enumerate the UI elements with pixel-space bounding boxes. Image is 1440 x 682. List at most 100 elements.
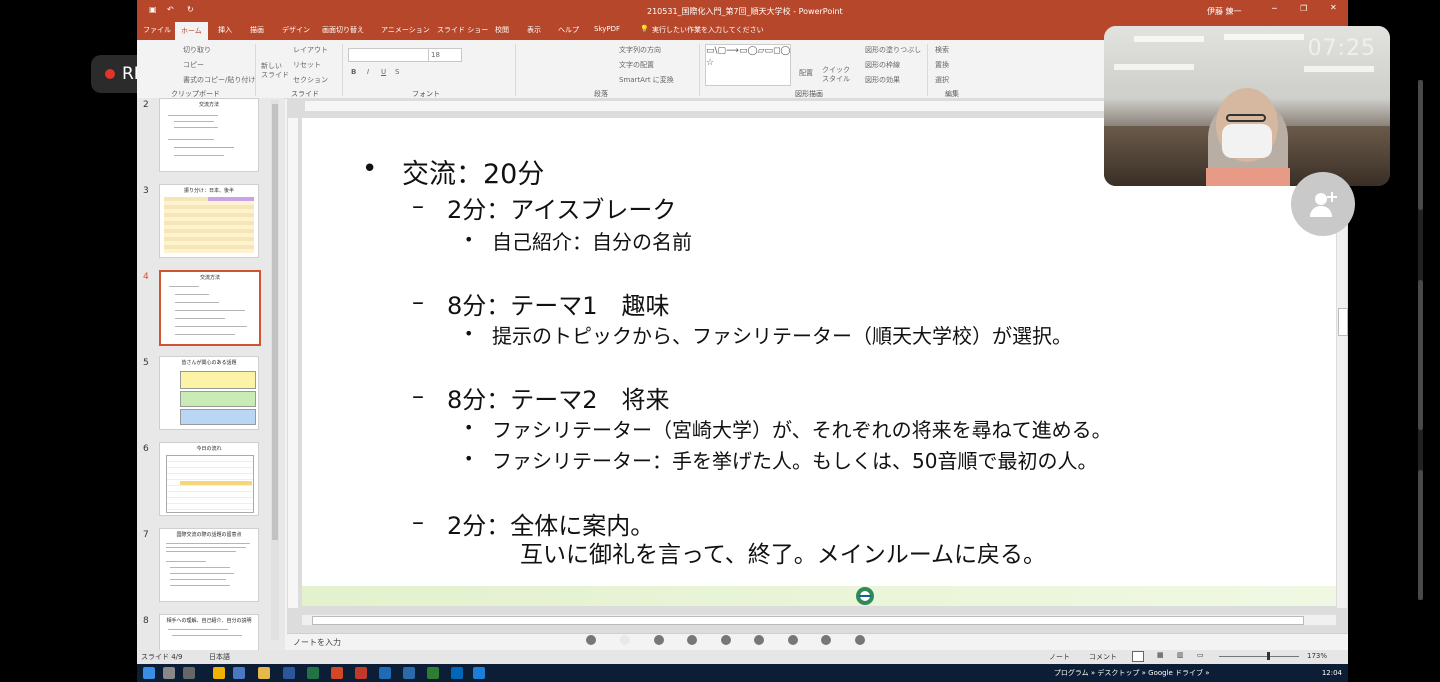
save-icon[interactable]: ▣ [149, 5, 157, 14]
webcam-video[interactable]: 07:25 [1104, 26, 1390, 186]
tab-view[interactable]: 表示 [527, 25, 541, 35]
zoom-slider[interactable] [1219, 656, 1299, 657]
copy-button[interactable]: コピー [183, 60, 204, 70]
word-icon[interactable] [283, 667, 295, 679]
slide-line-6[interactable]: 8分：テーマ2 将来 [447, 380, 670, 415]
slide-thumbnail[interactable]: 今日の流れ [159, 442, 259, 516]
quick-style-button[interactable]: クイック スタイル [822, 66, 850, 84]
slide-thumbnail[interactable]: 国際交流の際の話題の留意点 [159, 528, 259, 602]
redo-icon[interactable]: ↻ [187, 5, 194, 14]
minimize-icon[interactable]: ─ [1272, 4, 1277, 13]
slide-thumbnail[interactable]: 交流方法 [159, 98, 259, 172]
slide-line-1[interactable]: 交流：20分 [402, 152, 544, 191]
align-text-button[interactable]: 文字の配置 [619, 60, 654, 70]
tell-me-search[interactable]: 実行したい作業を入力してください [652, 25, 764, 35]
select-button[interactable]: 選択 [935, 75, 949, 85]
zoom-app-icon[interactable] [473, 667, 485, 679]
tray-toolbars[interactable]: プログラム » デスクトップ » Google ドライブ » [1054, 669, 1210, 677]
edge-icon[interactable] [233, 667, 245, 679]
powerpoint-icon[interactable] [331, 667, 343, 679]
find-button[interactable]: 検索 [935, 45, 949, 55]
slide-line-3[interactable]: 自己紹介：自分の名前 [492, 226, 692, 255]
start-icon[interactable] [143, 667, 155, 679]
tab-file[interactable]: ファイル [143, 25, 171, 35]
slide-horizontal-scrollbar[interactable] [302, 615, 1336, 625]
page-dot[interactable] [721, 635, 731, 645]
slide-line-5[interactable]: 提示のトピックから、ファシリテーター（順天大学校）が選択。 [492, 320, 1072, 349]
slide-thumbnail[interactable]: 皆さんが関心のある話題 [159, 356, 259, 430]
page-dot[interactable] [754, 635, 764, 645]
slide-line-7[interactable]: ファシリテーター（宮崎大学）が、それぞれの将来を尋ねて進める。 [492, 414, 1112, 443]
bold-button[interactable]: B [351, 68, 356, 76]
page-dot-active[interactable] [620, 635, 630, 645]
reading-view-icon[interactable]: ▥ [1177, 651, 1184, 659]
shape-effects-button[interactable]: 図形の効果 [865, 75, 900, 85]
scroll-track[interactable] [1418, 80, 1423, 600]
shape-outline-button[interactable]: 図形の枠線 [865, 60, 900, 70]
arrange-button[interactable]: 配置 [799, 68, 813, 78]
clock[interactable]: 12:04 [1322, 669, 1342, 677]
page-dot[interactable] [855, 635, 865, 645]
new-slide-button[interactable]: 新しい スライド [261, 62, 289, 80]
slide-thumbnail-selected[interactable]: 交流方法 [159, 270, 261, 346]
app-icon[interactable] [379, 667, 391, 679]
tab-draw[interactable]: 描画 [250, 25, 264, 35]
page-dot[interactable] [687, 635, 697, 645]
shape-fill-button[interactable]: 図形の塗りつぶし [865, 45, 921, 55]
excel-icon[interactable] [307, 667, 319, 679]
font-size-box[interactable]: 18 [428, 48, 462, 62]
user-name[interactable]: 伊藤 錬一 [1207, 6, 1242, 17]
slide-line-10[interactable]: 互いに御礼を言って、終了。メインルームに戻る。 [520, 535, 1046, 569]
explorer-icon[interactable] [258, 667, 270, 679]
slide-line-2[interactable]: 2分：アイスブレーク [447, 190, 676, 225]
slideshow-view-icon[interactable]: ▭ [1197, 651, 1204, 659]
normal-view-icon[interactable] [1132, 651, 1144, 662]
page-dot[interactable] [821, 635, 831, 645]
tab-slideshow[interactable]: スライド ショー [437, 25, 488, 35]
sorter-view-icon[interactable]: ▦ [1157, 651, 1164, 659]
strike-button[interactable]: S [395, 68, 399, 76]
taskview-icon[interactable] [183, 667, 195, 679]
restore-icon[interactable]: ❐ [1300, 4, 1307, 13]
tab-help[interactable]: ヘルプ [558, 25, 579, 35]
acrobat-icon[interactable] [355, 667, 367, 679]
add-participant-button[interactable] [1291, 172, 1355, 236]
slide-thumbnail[interactable]: 相手への理解、自己紹介、自分の説明 [159, 614, 259, 652]
app-icon[interactable] [403, 667, 415, 679]
close-icon[interactable]: ✕ [1330, 3, 1337, 12]
chrome-icon[interactable] [213, 667, 225, 679]
slide-thumbnail[interactable]: 振り分け：日本、後半 [159, 184, 259, 258]
thumbnail-scrollbar[interactable] [271, 100, 279, 640]
slide-line-4[interactable]: 8分：テーマ1 趣味 [447, 286, 670, 321]
page-dot[interactable] [788, 635, 798, 645]
tab-review[interactable]: 校閲 [495, 25, 509, 35]
reset-button[interactable]: リセット [293, 60, 321, 70]
page-dot[interactable] [654, 635, 664, 645]
notes-toggle[interactable]: ノート [1049, 652, 1070, 662]
search-icon[interactable] [163, 667, 175, 679]
zoom-slider-thumb[interactable] [1267, 652, 1270, 660]
underline-button[interactable]: U [381, 68, 386, 76]
app-icon[interactable] [427, 667, 439, 679]
italic-button[interactable]: I [367, 68, 369, 76]
slide-line-8[interactable]: ファシリテーター：手を挙げた人。もしくは、50音順で最初の人。 [492, 445, 1097, 474]
format-painter-button[interactable]: 書式のコピー/貼り付け [183, 75, 255, 85]
replace-button[interactable]: 置換 [935, 60, 949, 70]
section-button[interactable]: セクション [293, 75, 328, 85]
smartart-button[interactable]: SmartArt に変換 [619, 75, 674, 85]
language-indicator[interactable]: 日本語 [209, 652, 230, 662]
tab-transitions[interactable]: 画面切り替え [322, 25, 364, 35]
tab-insert[interactable]: 挿入 [218, 25, 232, 35]
zoom-level[interactable]: 173% [1307, 652, 1327, 660]
shapes-gallery[interactable]: ▭\▢⟶▭◯▱▭◻◯△⌐⟲⇨⇩◇⌒↺⟨⟩☆ [705, 44, 791, 86]
app-icon[interactable] [451, 667, 463, 679]
page-dot[interactable] [586, 635, 596, 645]
comments-toggle[interactable]: コメント [1089, 652, 1117, 662]
text-direction-button[interactable]: 文字列の方向 [619, 45, 661, 55]
tab-design[interactable]: デザイン [282, 25, 310, 35]
notes-placeholder[interactable]: ノートを入力 [293, 637, 341, 648]
undo-icon[interactable]: ↶ [167, 5, 174, 14]
slide-canvas[interactable]: • 交流：20分 – 2分：アイスブレーク • 自己紹介：自分の名前 – 8分：… [302, 118, 1336, 606]
tab-animations[interactable]: アニメーション [381, 25, 430, 35]
font-name-box[interactable] [348, 48, 430, 62]
